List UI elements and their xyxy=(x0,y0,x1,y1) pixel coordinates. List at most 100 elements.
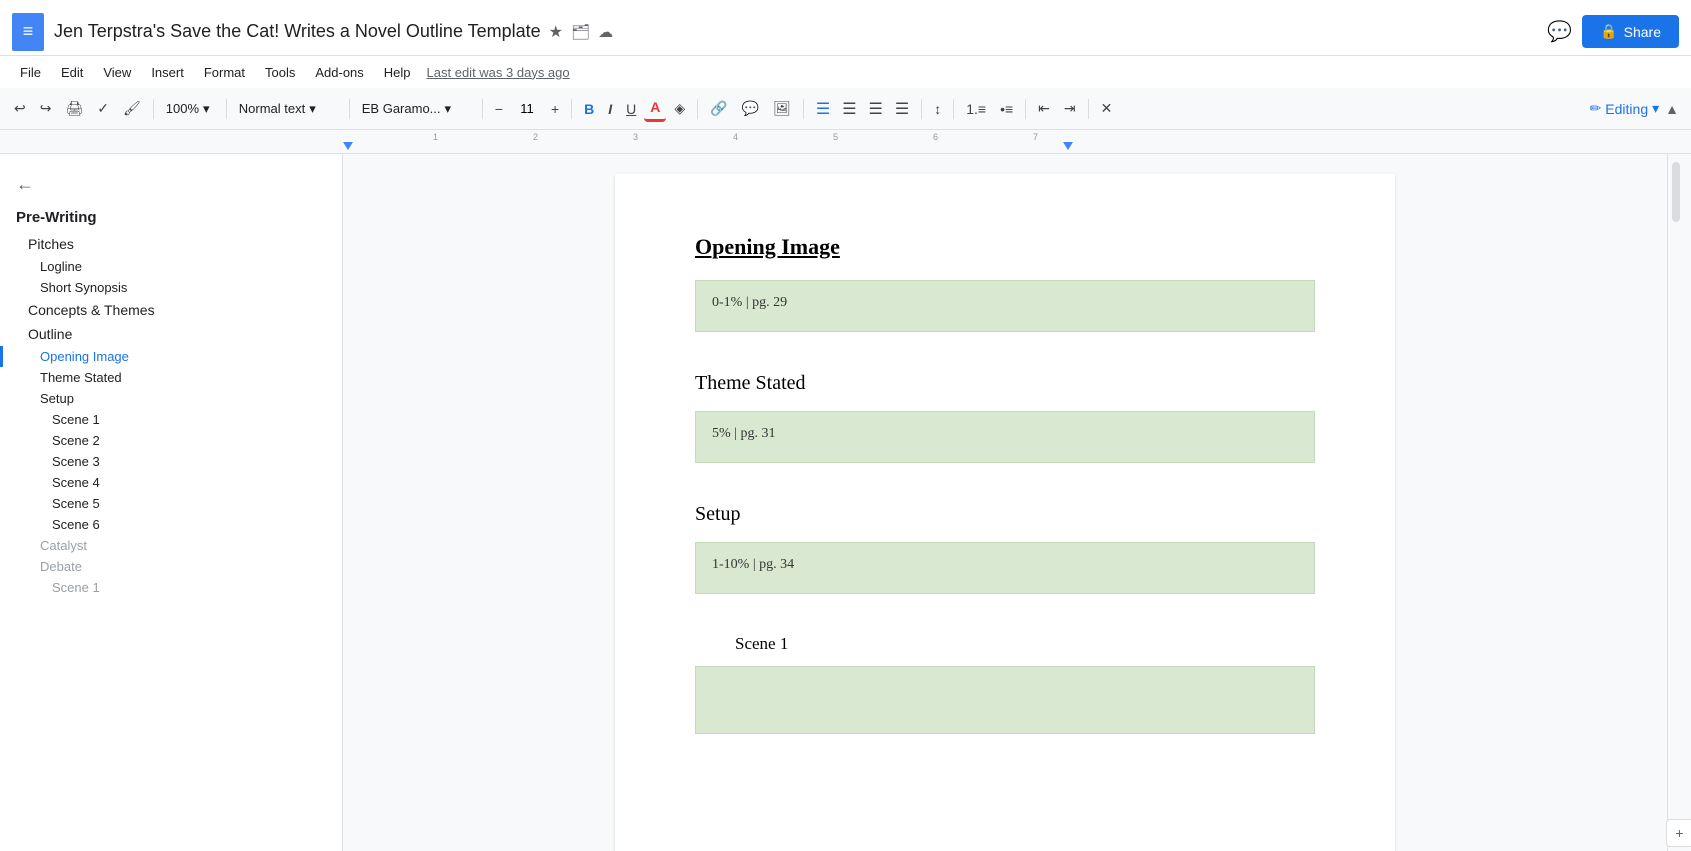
align-justify-button[interactable]: ☰ xyxy=(889,95,915,123)
menu-format[interactable]: Format xyxy=(196,61,253,84)
scrollbar-area[interactable] xyxy=(1668,162,1691,819)
zoom-dropdown-icon: ▾ xyxy=(203,101,210,117)
heading-opening-image: Opening Image xyxy=(695,234,1315,260)
sidebar-item-opening-image[interactable]: Opening Image xyxy=(0,346,342,367)
zoom-select[interactable]: 100% ▾ xyxy=(160,98,220,120)
bottom-right-button[interactable]: + xyxy=(1666,819,1691,847)
numbered-list-button[interactable]: 1.≡ xyxy=(960,97,992,121)
sidebar-active-container: Opening Image xyxy=(0,346,342,367)
editing-label: Editing xyxy=(1605,101,1648,117)
font-dropdown-icon: ▾ xyxy=(445,101,452,117)
sidebar-item-scene-4[interactable]: Scene 4 xyxy=(0,472,342,493)
share-label: Share xyxy=(1624,24,1661,40)
align-buttons: ☰ ☰ ☰ ☰ xyxy=(810,95,915,123)
ruler-right-handle[interactable] xyxy=(1063,142,1073,150)
section-scene-1: Scene 1 xyxy=(695,634,1315,734)
document-page: Opening Image 0-1% | pg. 29 Theme Stated… xyxy=(615,174,1395,851)
menu-edit[interactable]: Edit xyxy=(53,61,91,84)
spell-check-button[interactable]: ✓ xyxy=(91,96,115,121)
sidebar-item-theme-stated[interactable]: Theme Stated xyxy=(0,367,342,388)
sidebar-item-pitches[interactable]: Pitches xyxy=(0,232,342,256)
sidebar-item-scene-6[interactable]: Scene 6 xyxy=(0,514,342,535)
style-select[interactable]: Normal text ▾ xyxy=(233,98,343,120)
box-setup[interactable]: 1-10% | pg. 34 xyxy=(695,542,1315,594)
folder-icon[interactable]: 🗂 xyxy=(571,23,590,41)
sidebar-back-button[interactable]: ← xyxy=(0,166,50,203)
sidebar-item-scene-5[interactable]: Scene 5 xyxy=(0,493,342,514)
highlight-button[interactable]: ◈ xyxy=(668,96,691,121)
image-button[interactable]: 🖼 xyxy=(767,96,797,121)
paint-format-button[interactable]: 🖌 xyxy=(117,96,147,121)
editing-chevron: ▾ xyxy=(1652,100,1659,117)
bold-button[interactable]: B xyxy=(578,97,600,121)
font-size-input[interactable] xyxy=(511,101,543,116)
line-spacing-button[interactable]: ↕ xyxy=(928,97,947,121)
font-size-area: − + xyxy=(489,97,565,121)
ruler: 1 2 3 4 5 6 7 xyxy=(0,130,1691,154)
sidebar-item-scene-2[interactable]: Scene 2 xyxy=(0,430,342,451)
toolbar-separator-8 xyxy=(921,99,922,119)
sidebar-item-catalyst[interactable]: Catalyst xyxy=(0,535,342,556)
toolbar-collapse-button[interactable]: ▲ xyxy=(1661,97,1683,121)
heading-scene-1: Scene 1 xyxy=(695,634,1315,654)
sidebar-item-scene-3[interactable]: Scene 3 xyxy=(0,451,342,472)
zoom-value: 100% xyxy=(166,101,199,116)
scrollbar-thumb[interactable] xyxy=(1672,162,1680,222)
style-value: Normal text xyxy=(239,101,305,116)
bullet-list-button[interactable]: •≡ xyxy=(994,97,1019,121)
sidebar-item-concepts-themes[interactable]: Concepts & Themes xyxy=(0,298,342,322)
menu-file[interactable]: File xyxy=(12,61,49,84)
font-select[interactable]: EB Garamo... ▾ xyxy=(356,98,476,120)
sidebar-item-scene-1b[interactable]: Scene 1 xyxy=(0,577,342,598)
font-color-button[interactable]: A xyxy=(644,95,666,122)
sidebar-item-prewriting: Pre-Writing xyxy=(0,203,342,232)
box-opening-image[interactable]: 0-1% | pg. 29 xyxy=(695,280,1315,332)
sidebar-item-setup[interactable]: Setup xyxy=(0,388,342,409)
ruler-tick-7: 7 xyxy=(1033,132,1038,142)
indent-decrease-button[interactable]: ⇤ xyxy=(1032,96,1056,121)
share-button[interactable]: 🔒 Share xyxy=(1582,15,1679,48)
comment-button[interactable]: 💬 xyxy=(1547,19,1572,44)
section-opening-image: Opening Image 0-1% | pg. 29 xyxy=(695,234,1315,332)
sidebar-item-outline[interactable]: Outline xyxy=(0,322,342,346)
star-icon[interactable]: ★ xyxy=(549,22,563,42)
menu-insert[interactable]: Insert xyxy=(143,61,192,84)
sidebar-item-short-synopsis[interactable]: Short Synopsis xyxy=(0,277,342,298)
ruler-tick-2: 2 xyxy=(533,132,538,142)
redo-button[interactable]: ↪ xyxy=(34,96,58,121)
undo-button[interactable]: ↩ xyxy=(8,96,32,121)
box-scene-1[interactable] xyxy=(695,666,1315,734)
share-lock-icon: 🔒 xyxy=(1600,23,1617,40)
indent-increase-button[interactable]: ⇥ xyxy=(1058,96,1082,121)
sidebar-section-prewriting: Pre-Writing Pitches Logline Short Synops… xyxy=(0,203,342,598)
toolbar-separator-2 xyxy=(226,99,227,119)
underline-button[interactable]: U xyxy=(620,97,642,121)
print-button[interactable]: 🖨 xyxy=(59,96,89,121)
menu-help[interactable]: Help xyxy=(376,61,419,84)
link-button[interactable]: 🔗 xyxy=(704,96,733,121)
font-size-increase[interactable]: + xyxy=(545,97,565,121)
pencil-icon: ✏ xyxy=(1590,100,1602,117)
document-area: Opening Image 0-1% | pg. 29 Theme Stated… xyxy=(343,154,1667,851)
ruler-tick-3: 3 xyxy=(633,132,638,142)
ruler-left-handle[interactable] xyxy=(343,142,353,150)
italic-button[interactable]: I xyxy=(602,97,618,121)
font-size-decrease[interactable]: − xyxy=(489,97,509,121)
toolbar-separator-10 xyxy=(1025,99,1026,119)
box-theme-stated[interactable]: 5% | pg. 31 xyxy=(695,411,1315,463)
menu-view[interactable]: View xyxy=(95,61,139,84)
last-edit: Last edit was 3 days ago xyxy=(427,65,570,80)
align-center-button[interactable]: ☰ xyxy=(836,95,862,123)
align-left-button[interactable]: ☰ xyxy=(810,95,836,123)
clear-format-button[interactable]: ✕ xyxy=(1095,96,1119,121)
section-setup: Setup 1-10% | pg. 34 xyxy=(695,503,1315,594)
sidebar-item-logline[interactable]: Logline xyxy=(0,256,342,277)
title-bar: Jen Terpstra's Save the Cat! Writes a No… xyxy=(0,0,1691,56)
menu-addons[interactable]: Add-ons xyxy=(307,61,371,84)
sidebar-item-scene-1[interactable]: Scene 1 xyxy=(0,409,342,430)
menu-tools[interactable]: Tools xyxy=(257,61,303,84)
align-right-button[interactable]: ☰ xyxy=(863,95,889,123)
editing-mode[interactable]: ✏ Editing ▾ xyxy=(1590,100,1660,117)
sidebar-item-debate[interactable]: Debate xyxy=(0,556,342,577)
comment-insert-button[interactable]: 💬 xyxy=(736,96,765,121)
